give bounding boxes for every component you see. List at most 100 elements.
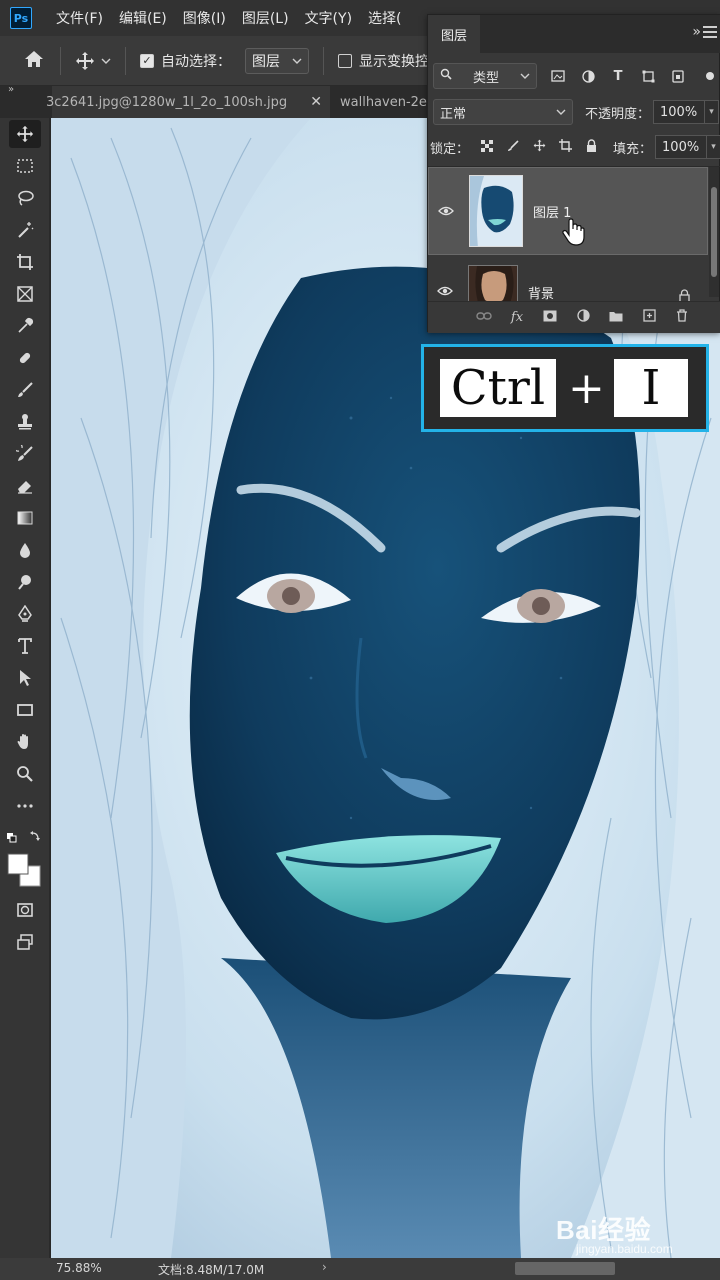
- move-icon: [76, 51, 94, 70]
- panel-collapse-icon[interactable]: »: [8, 84, 14, 95]
- lock-transparency-icon[interactable]: [479, 139, 495, 155]
- auto-select-target-dropdown[interactable]: 图层: [245, 47, 309, 74]
- quick-mask-icon[interactable]: [13, 898, 37, 922]
- visibility-eye-icon[interactable]: [437, 206, 455, 216]
- type-tool-icon[interactable]: [13, 634, 37, 658]
- document-size: 文档:8.48M/17.0M: [158, 1263, 265, 1277]
- lock-all-icon[interactable]: [583, 139, 599, 155]
- layer-name[interactable]: 背景: [528, 283, 554, 302]
- screen-mode-icon[interactable]: [13, 930, 37, 954]
- tools-panel: [0, 118, 50, 1258]
- keyboard-shortcut-overlay: Ctrl + I: [421, 344, 709, 432]
- opacity-input[interactable]: 100%: [653, 100, 706, 124]
- layers-tab[interactable]: 图层: [428, 15, 480, 53]
- menu-layer[interactable]: 图层(L): [242, 8, 289, 28]
- smart-object-filter-icon[interactable]: [669, 67, 687, 85]
- divider: [60, 46, 61, 75]
- color-swatches-icon[interactable]: [6, 852, 42, 888]
- healing-brush-icon[interactable]: [13, 346, 37, 370]
- brush-tool-icon[interactable]: [13, 378, 37, 402]
- hand-tool-icon[interactable]: [13, 730, 37, 754]
- frame-tool-icon[interactable]: [13, 282, 37, 306]
- visibility-eye-icon[interactable]: [436, 286, 454, 296]
- pixel-filter-icon[interactable]: [549, 67, 567, 85]
- type-filter-icon[interactable]: T: [609, 67, 627, 85]
- lasso-tool-icon[interactable]: [13, 186, 37, 210]
- show-transform-label: 显示变换控: [359, 53, 429, 70]
- adjustment-filter-icon[interactable]: [579, 67, 597, 85]
- key-i: I: [614, 359, 688, 417]
- layers-panel-header: 图层 »: [428, 15, 720, 53]
- blend-mode-dropdown[interactable]: 正常: [433, 99, 573, 125]
- filter-kind-dropdown[interactable]: 类型: [433, 63, 537, 89]
- eraser-tool-icon[interactable]: [13, 474, 37, 498]
- status-menu-arrow[interactable]: ›: [322, 1260, 327, 1274]
- path-selection-icon[interactable]: [13, 666, 37, 690]
- layer-filter-row: 类型 T: [428, 62, 720, 90]
- menu-image[interactable]: 图像(I): [183, 8, 226, 28]
- gradient-tool-icon[interactable]: [13, 506, 37, 530]
- blur-tool-icon[interactable]: [13, 538, 37, 562]
- plus-sign: +: [568, 362, 605, 414]
- menu-edit[interactable]: 编辑(E): [119, 8, 167, 28]
- layer-thumbnail: [469, 175, 523, 247]
- close-icon[interactable]: ✕: [310, 94, 322, 110]
- move-tool-preset[interactable]: [75, 51, 111, 71]
- show-transform-checkbox[interactable]: [338, 53, 352, 68]
- magic-wand-icon[interactable]: [13, 218, 37, 242]
- layer-row-background[interactable]: 背景: [428, 255, 708, 301]
- dodge-tool-icon[interactable]: [13, 570, 37, 594]
- eyedropper-icon[interactable]: [13, 314, 37, 338]
- zoom-level[interactable]: 75.88%: [56, 1261, 102, 1275]
- menu-select[interactable]: 选择(: [368, 8, 401, 28]
- pen-tool-icon[interactable]: [13, 602, 37, 626]
- lock-label: 锁定：: [430, 141, 470, 157]
- chevron-down-icon[interactable]: ▾: [705, 100, 720, 124]
- chevron-down-icon: [292, 58, 302, 64]
- layers-scrollbar[interactable]: [709, 167, 719, 297]
- chevron-down-icon[interactable]: ▾: [707, 135, 720, 159]
- document-tab-title: wallhaven-2e: [340, 94, 427, 110]
- add-mask-icon[interactable]: [542, 310, 558, 326]
- collapse-panel-icon[interactable]: »: [692, 24, 701, 40]
- document-tab-inactive[interactable]: wallhaven-2e: [340, 86, 440, 118]
- menu-file[interactable]: 文件(F): [56, 8, 103, 28]
- auto-select-target-value: 图层: [252, 53, 280, 70]
- lock-pixels-icon[interactable]: [505, 139, 521, 155]
- fill-input[interactable]: 100%: [655, 135, 708, 159]
- default-colors-icon[interactable]: [6, 826, 42, 850]
- clone-stamp-icon[interactable]: [13, 410, 37, 434]
- photoshop-logo[interactable]: Ps: [10, 7, 32, 29]
- zoom-tool-icon[interactable]: [13, 762, 37, 786]
- move-tool-icon[interactable]: [9, 120, 41, 148]
- auto-select-label: 自动选择：: [161, 53, 231, 70]
- more-tools-icon[interactable]: [13, 794, 37, 818]
- delete-layer-icon[interactable]: [674, 309, 690, 326]
- document-tab-active[interactable]: 3c2641.jpg@1280w_1l_2o_100sh.jpg ✕: [46, 86, 330, 118]
- new-layer-icon[interactable]: [641, 309, 657, 326]
- horizontal-scrollbar[interactable]: [515, 1262, 615, 1275]
- layer-style-fx-icon[interactable]: fx: [509, 310, 525, 325]
- chevron-down-icon: [101, 58, 111, 64]
- filter-toggle-icon[interactable]: [701, 67, 719, 85]
- menu-type[interactable]: 文字(Y): [305, 8, 352, 28]
- lock-artboard-icon[interactable]: [557, 139, 573, 155]
- hand-cursor-icon: [562, 218, 585, 246]
- adjustment-layer-icon[interactable]: [575, 309, 591, 326]
- lock-position-icon[interactable]: [531, 139, 547, 155]
- new-group-icon[interactable]: [608, 310, 624, 326]
- crop-tool-icon[interactable]: [13, 250, 37, 274]
- history-brush-icon[interactable]: [13, 442, 37, 466]
- panel-menu-icon[interactable]: [703, 23, 717, 41]
- home-icon[interactable]: [24, 50, 46, 72]
- opacity-label: 不透明度：: [585, 106, 651, 122]
- link-layers-icon[interactable]: [476, 310, 492, 325]
- auto-select-checkbox[interactable]: ✓: [140, 53, 154, 68]
- key-ctrl: Ctrl: [440, 359, 556, 417]
- fill-label: 填充：: [613, 141, 653, 157]
- layers-footer: fx: [428, 301, 720, 333]
- lock-icon: [679, 289, 690, 301]
- shape-filter-icon[interactable]: [639, 67, 657, 85]
- rectangle-tool-icon[interactable]: [13, 698, 37, 722]
- marquee-tool-icon[interactable]: [13, 154, 37, 178]
